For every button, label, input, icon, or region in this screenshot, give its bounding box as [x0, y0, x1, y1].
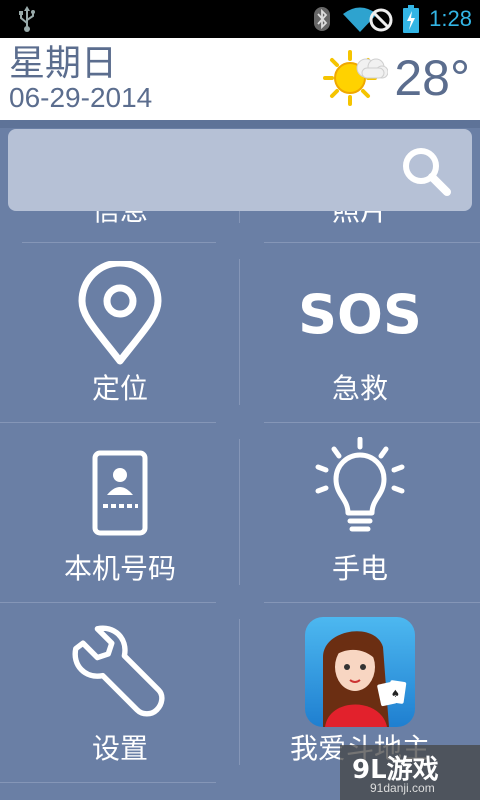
grid-divider: [239, 619, 240, 765]
svg-text:♠: ♠: [391, 689, 400, 700]
status-time: 1:28: [429, 6, 472, 31]
weekday-label: 星期日: [9, 43, 118, 84]
search-bar[interactable]: [8, 129, 472, 211]
bluetooth-icon: [314, 7, 331, 31]
grid-item-label: 设置: [91, 732, 148, 765]
sos-icon: SOS: [300, 283, 420, 343]
app-grid: 信息 照片 定位 SOS 急救 本机号码: [0, 211, 480, 800]
location-pin-icon: [78, 261, 162, 365]
grid-item-settings[interactable]: 设置: [0, 603, 240, 783]
date-label: 06-29-2014: [9, 82, 153, 113]
wrench-icon: [72, 625, 165, 717]
grid-divider: [239, 439, 240, 585]
grid-divider: [0, 782, 216, 783]
watermark-url: 91danji.com: [370, 781, 435, 795]
status-bar: 1:28: [0, 0, 480, 38]
search-icon[interactable]: [400, 145, 452, 197]
grid-item-flashlight[interactable]: 手电: [240, 423, 480, 603]
battery-charging-icon: [403, 5, 420, 33]
usb-icon: [19, 6, 35, 32]
grid-divider: [239, 259, 240, 405]
temperature-label: 28°: [394, 50, 470, 106]
search-input[interactable]: [22, 149, 392, 191]
card-game-app-icon: ♠: [305, 617, 415, 727]
lightbulb-icon: [315, 437, 405, 532]
grid-item-photos-label[interactable]: 照片: [240, 211, 480, 229]
grid-item-label: 定位: [91, 372, 148, 405]
wifi-off-icon: [343, 7, 393, 32]
watermark-overlay: 9L游戏 91danji.com: [340, 745, 480, 800]
grid-item-my-number[interactable]: 本机号码: [0, 423, 240, 603]
grid-item-label: 本机号码: [63, 552, 176, 585]
grid-item-messages-label[interactable]: 信息: [0, 211, 240, 229]
header-divider: [0, 120, 480, 128]
grid-item-sos[interactable]: SOS 急救: [240, 243, 480, 423]
grid-item-label: 手电: [331, 552, 388, 585]
grid-item-location[interactable]: 定位: [0, 243, 240, 423]
sun-cloud-icon: [323, 50, 388, 106]
svg-text:SOS: SOS: [300, 283, 420, 343]
date-weather-header: 星期日 06-29-2014 28°: [0, 38, 480, 120]
grid-item-label: 急救: [331, 372, 388, 405]
phone-contact-icon: [92, 450, 148, 536]
grid-divider: [239, 211, 240, 223]
